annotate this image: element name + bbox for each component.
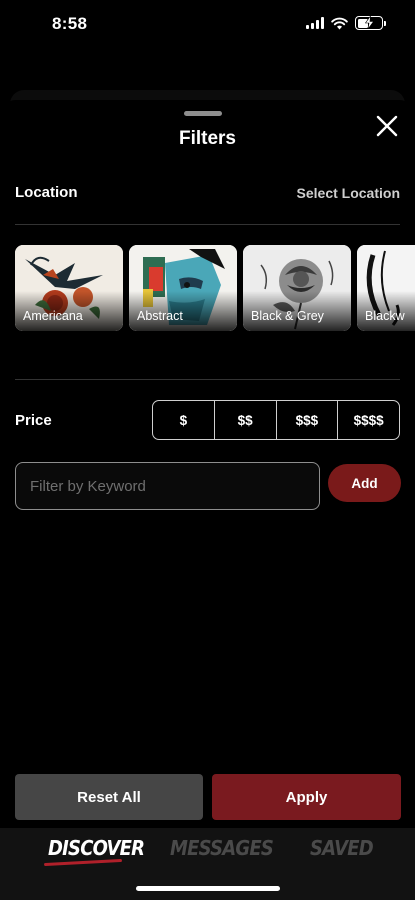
style-card-abstract[interactable]: Abstract bbox=[129, 245, 237, 331]
status-time: 8:58 bbox=[52, 14, 88, 33]
tab-saved[interactable]: SAVED bbox=[310, 836, 374, 860]
style-label: Abstract bbox=[137, 309, 183, 323]
add-keyword-button[interactable]: Add bbox=[328, 464, 401, 502]
sheet-title: Filters bbox=[178, 128, 237, 149]
style-carousel[interactable]: Americana Abstract Black & Grey Blackw bbox=[15, 245, 415, 331]
price-option-4[interactable]: $$$$ bbox=[337, 401, 399, 439]
home-indicator[interactable] bbox=[136, 886, 280, 891]
price-label: Price bbox=[15, 411, 52, 429]
style-label: Black & Grey bbox=[251, 309, 324, 323]
divider bbox=[15, 224, 400, 225]
style-card-americana[interactable]: Americana bbox=[15, 245, 123, 331]
price-row: Price $ $$ $$$ $$$$ bbox=[15, 400, 400, 440]
status-icons bbox=[306, 16, 386, 30]
tab-messages[interactable]: MESSAGES bbox=[170, 836, 274, 860]
price-segmented-control: $ $$ $$$ $$$$ bbox=[152, 400, 400, 440]
close-icon[interactable] bbox=[375, 114, 399, 138]
filters-sheet: Filters Location Select Location America… bbox=[0, 100, 415, 828]
location-label: Location bbox=[15, 184, 78, 201]
price-option-3[interactable]: $$$ bbox=[275, 401, 338, 439]
reset-all-button[interactable]: Reset All bbox=[15, 774, 203, 820]
signal-icon bbox=[306, 17, 324, 29]
wifi-icon bbox=[331, 17, 348, 29]
style-label: Americana bbox=[23, 309, 83, 323]
bottom-tab-bar: DISCOVER MESSAGES SAVED bbox=[0, 828, 415, 900]
apply-button[interactable]: Apply bbox=[212, 774, 401, 820]
battery-charging-icon bbox=[355, 16, 386, 30]
keyword-filter-input[interactable] bbox=[15, 462, 320, 510]
divider bbox=[15, 379, 400, 380]
price-option-2[interactable]: $$ bbox=[213, 401, 276, 439]
status-bar: 8:58 bbox=[0, 0, 415, 48]
tab-discover[interactable]: DISCOVER bbox=[48, 836, 145, 860]
style-card-blackwork[interactable]: Blackw bbox=[357, 245, 415, 331]
style-card-black-grey[interactable]: Black & Grey bbox=[243, 245, 351, 331]
sheet-grabber[interactable] bbox=[184, 111, 222, 116]
select-location-button[interactable]: Select Location bbox=[297, 185, 400, 201]
price-option-1[interactable]: $ bbox=[153, 401, 214, 439]
style-label: Blackw bbox=[365, 309, 405, 323]
location-row: Location Select Location bbox=[15, 184, 400, 201]
